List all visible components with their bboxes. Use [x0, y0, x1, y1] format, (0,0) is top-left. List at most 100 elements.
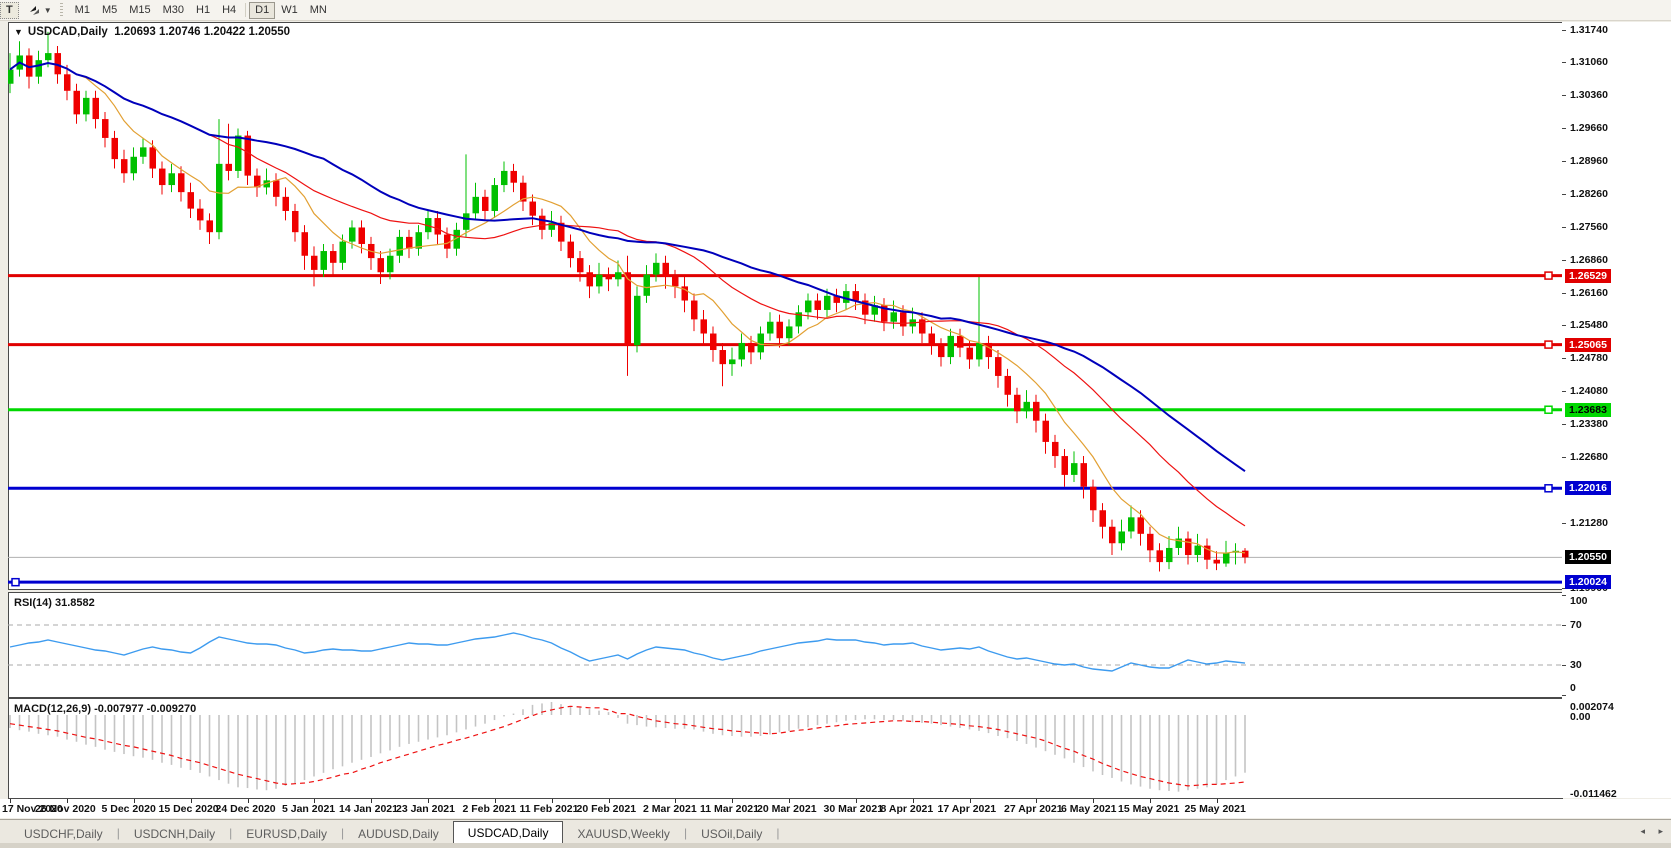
candle-body[interactable] — [1242, 550, 1249, 558]
candle-body[interactable] — [244, 135, 252, 176]
symbol-collapse-triangle-icon[interactable]: ▼ — [14, 27, 23, 37]
candle-body[interactable] — [273, 180, 280, 197]
line-handle[interactable] — [1544, 271, 1553, 280]
timeframe-button-h4[interactable]: H4 — [216, 2, 242, 19]
timeframe-button-h1[interactable]: H1 — [190, 2, 216, 19]
candle-body[interactable] — [121, 159, 128, 174]
candle-body[interactable] — [615, 272, 622, 280]
candle-body[interactable] — [396, 236, 404, 256]
candle-body[interactable] — [1014, 394, 1021, 412]
candle-body[interactable] — [282, 196, 290, 211]
candle-body[interactable] — [64, 74, 71, 91]
candle-body[interactable] — [729, 359, 736, 365]
candle-body[interactable] — [691, 300, 698, 320]
candle-body[interactable] — [1156, 550, 1164, 563]
candle-body[interactable] — [805, 300, 812, 313]
chart-tab-usdcnh-daily[interactable]: USDCNH,Daily — [120, 823, 229, 844]
candle-body[interactable] — [206, 220, 214, 233]
line-handle[interactable] — [11, 577, 20, 587]
candle-body[interactable] — [586, 272, 594, 287]
timeframe-button-w1[interactable]: W1 — [275, 2, 304, 19]
candle-body[interactable] — [1023, 401, 1031, 412]
candle-body[interactable] — [1128, 517, 1135, 532]
candle-body[interactable] — [1194, 545, 1202, 556]
tab-scroll-left-icon[interactable]: ◂ — [1640, 826, 1645, 837]
candle-body[interactable] — [1137, 517, 1145, 534]
candle-body[interactable] — [311, 255, 318, 270]
candle-body[interactable] — [672, 276, 679, 287]
candle-body[interactable] — [662, 262, 670, 277]
timeframe-button-mn[interactable]: MN — [304, 2, 333, 19]
candle-body[interactable] — [1004, 375, 1012, 395]
candle-body[interactable] — [710, 333, 717, 351]
candle-body[interactable] — [1185, 538, 1192, 556]
candle-body[interactable] — [577, 258, 584, 273]
candle-body[interactable] — [83, 97, 90, 115]
line-handle[interactable] — [1544, 405, 1553, 414]
candle-body[interactable] — [995, 357, 1002, 376]
candle-body[interactable] — [776, 321, 784, 339]
candle-body[interactable] — [1109, 526, 1116, 544]
candle-body[interactable] — [482, 196, 489, 211]
candle-body[interactable] — [605, 274, 613, 280]
candle-body[interactable] — [349, 227, 356, 242]
candle-body[interactable] — [985, 342, 993, 358]
candle-body[interactable] — [928, 333, 936, 346]
candle-body[interactable] — [301, 232, 309, 256]
macd-chart[interactable] — [8, 698, 1562, 799]
candle-body[interactable] — [976, 342, 983, 360]
candle-body[interactable] — [406, 236, 413, 249]
candle-body[interactable] — [938, 345, 945, 358]
candle-body[interactable] — [767, 321, 774, 334]
timeframe-button-m1[interactable]: M1 — [69, 2, 96, 19]
candle-body[interactable] — [1118, 531, 1126, 544]
candle-body[interactable] — [1080, 463, 1088, 487]
candle-body[interactable] — [197, 208, 204, 221]
candle-body[interactable] — [824, 295, 831, 310]
candle-body[interactable] — [491, 185, 499, 211]
candle-body[interactable] — [957, 335, 964, 348]
candle-body[interactable] — [1090, 486, 1097, 511]
candle-body[interactable] — [814, 300, 822, 310]
candle-body[interactable] — [434, 218, 442, 235]
candle-body[interactable] — [1071, 463, 1078, 475]
candle-body[interactable] — [624, 272, 632, 346]
candle-body[interactable] — [168, 173, 176, 186]
candle-body[interactable] — [890, 312, 898, 322]
cursor-style-icon[interactable] — [27, 3, 43, 17]
tab-scroll-right-icon[interactable]: ▸ — [1658, 826, 1663, 837]
candle-body[interactable] — [330, 251, 337, 263]
candle-body[interactable] — [149, 147, 157, 169]
candle-body[interactable] — [140, 147, 147, 157]
candle-body[interactable] — [387, 255, 394, 273]
candle-body[interactable] — [634, 295, 641, 346]
candle-body[interactable] — [786, 326, 793, 339]
dropdown-caret-icon[interactable]: ▼ — [44, 6, 52, 15]
candle-body[interactable] — [225, 163, 233, 171]
candle-body[interactable] — [966, 347, 974, 360]
candle-body[interactable] — [501, 170, 508, 186]
candle-body[interactable] — [643, 274, 651, 296]
candle-body[interactable] — [1147, 533, 1154, 551]
candle-body[interactable] — [738, 342, 746, 360]
candle-body[interactable] — [216, 163, 223, 233]
candle-body[interactable] — [1052, 441, 1059, 457]
candle-body[interactable] — [1033, 401, 1040, 421]
candle-body[interactable] — [130, 156, 138, 174]
chart-tab-audusd-daily[interactable]: AUDUSD,Daily — [344, 823, 453, 844]
candle-body[interactable] — [472, 196, 480, 214]
chart-tab-xauusd-weekly[interactable]: XAUUSD,Weekly — [563, 823, 683, 844]
candle-body[interactable] — [187, 192, 195, 209]
candle-body[interactable] — [159, 168, 166, 186]
chart-tab-usdcad-daily[interactable]: USDCAD,Daily — [452, 821, 564, 844]
candle-body[interactable] — [1042, 420, 1050, 442]
candle-body[interactable] — [719, 350, 727, 365]
timeframe-button-d1[interactable]: D1 — [249, 1, 276, 19]
toolbar-grip[interactable] — [59, 3, 65, 17]
candle-body[interactable] — [339, 241, 347, 263]
line-handle[interactable] — [1544, 484, 1553, 493]
candle-body[interactable] — [1061, 456, 1069, 475]
candle-body[interactable] — [1099, 510, 1107, 527]
timeframe-button-m15[interactable]: M15 — [123, 2, 156, 19]
candle-body[interactable] — [529, 201, 537, 216]
